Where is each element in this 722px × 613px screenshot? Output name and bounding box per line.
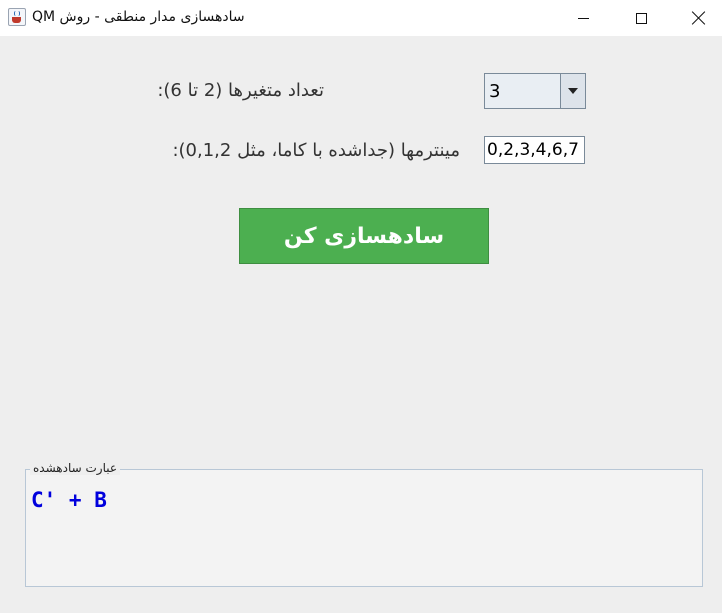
dropdown-arrow-button[interactable]: [560, 74, 585, 108]
java-cup-icon: [8, 8, 26, 26]
app-window: سادهسازی مدار منطقی - روش QM تعداد متغیر…: [0, 0, 722, 613]
minimize-button[interactable]: [560, 0, 606, 36]
minterms-label: مینترمها (جداشده با کاما، مثل 0,1,2):: [172, 140, 460, 161]
result-expression: C' + B: [31, 488, 107, 512]
simplify-button[interactable]: سادهسازی کن: [239, 208, 489, 264]
result-panel-title: عبارت سادهشده: [30, 461, 121, 475]
window-title: سادهسازی مدار منطقی - روش QM: [32, 9, 245, 25]
variables-dropdown[interactable]: 3: [484, 73, 586, 109]
minimize-icon: [577, 17, 589, 19]
close-button[interactable]: [676, 0, 722, 36]
maximize-icon: [635, 12, 647, 24]
result-panel: C' + B: [25, 469, 703, 587]
minterms-input[interactable]: [484, 136, 585, 164]
maximize-button[interactable]: [618, 0, 664, 36]
variables-selected-value: 3: [489, 81, 501, 102]
title-bar[interactable]: سادهسازی مدار منطقی - روش QM: [0, 0, 722, 36]
close-icon: [692, 11, 706, 25]
chevron-down-icon: [568, 88, 578, 94]
variables-label: تعداد متغیرها (2 تا 6):: [157, 80, 324, 101]
